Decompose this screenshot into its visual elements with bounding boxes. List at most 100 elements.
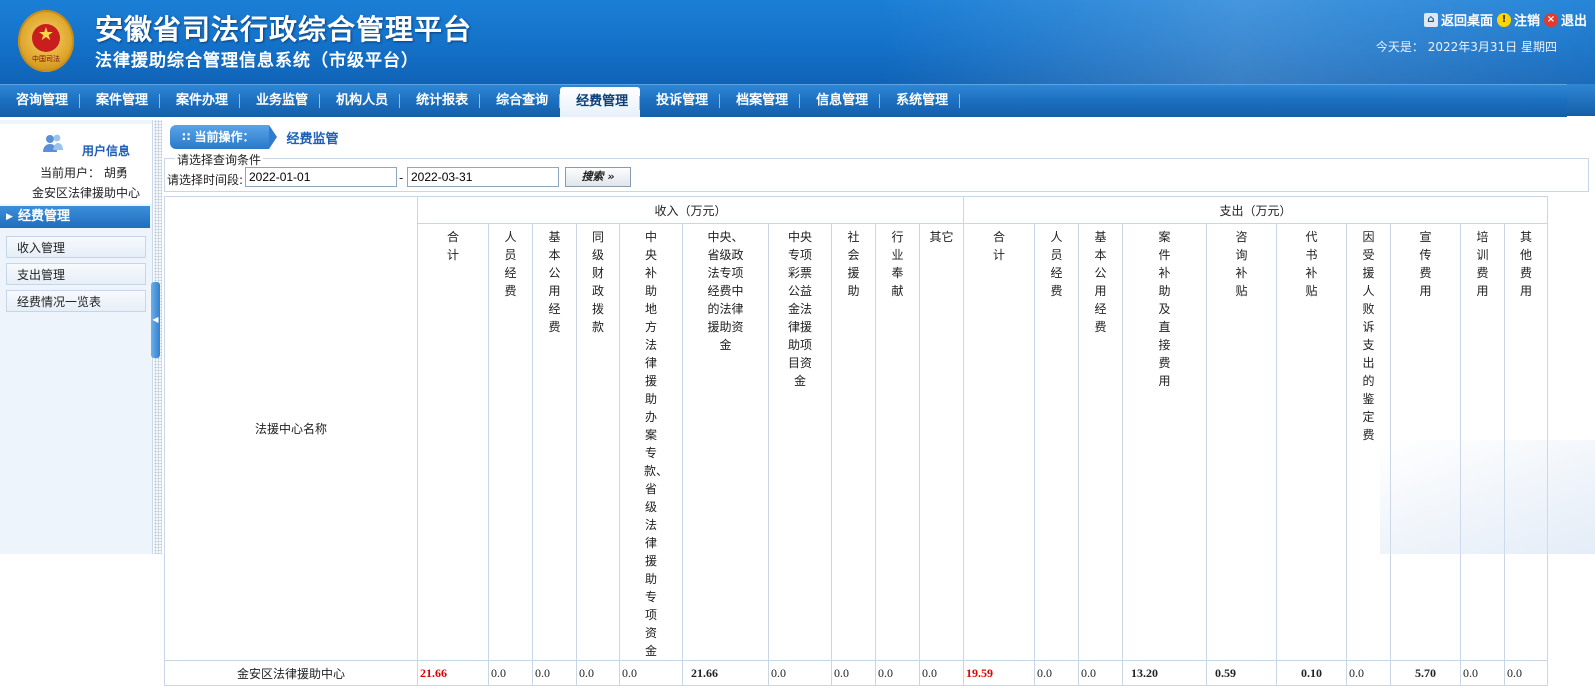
col-income-central-subsidy: 中央补助地方法律援助办案专款、省级法律援助专项资金 [619,223,683,661]
col-income-other: 其它 [919,223,964,661]
col-income-provincial-funds: 中央、省级政法专项经费中的法律援助资金 [682,223,769,661]
cell-income-lottery: 0.0 [768,660,832,686]
col-expense-training-label: 培训费用 [1476,230,1489,298]
sidebar-item-expense[interactable]: 支出管理 [6,263,146,285]
col-income-social: 社会援助 [831,223,876,661]
col-income-other-label: 其它 [929,230,954,244]
sidebar-collapse-toggle[interactable]: ◀ [151,282,160,358]
col-income-lottery-label: 中央专项彩票公益金法律援助项目资金 [787,230,812,388]
cell-income-personnel: 0.0 [488,660,533,686]
breadcrumb-tag: ∷ 当前操作： [170,125,277,149]
sidebar: 用户信息 当前用户： 胡勇 金安区法律援助中心 ▶ 经费管理 收入管理 支出管理… [0,120,153,554]
col-expense-personnel: 人员经费 [1034,223,1079,661]
cell-income-social: 0.0 [831,660,876,686]
logout-link[interactable]: ! 注销 [1496,10,1540,29]
col-expense-personnel-label: 人员经费 [1050,230,1063,298]
col-income-fiscal: 同级财政拨款 [576,223,620,661]
col-expense-writing-label: 代书补贴 [1305,230,1318,298]
user-info-title: 用户信息 [82,144,131,158]
nav-item-consult[interactable]: 咨询管理 [0,85,81,117]
table-row: 金安区法律援助中心 21.66 0.0 0.0 0.0 0.0 21.66 0.… [164,660,1548,686]
home-link[interactable]: ⌂ 返回桌面 [1423,10,1493,29]
cell-expense-case: 13.20 [1122,660,1207,686]
nav-item-case-handling[interactable]: 案件办理 [160,85,241,117]
col-income-social-label: 社会援助 [847,230,860,298]
nav-item-information[interactable]: 信息管理 [800,85,881,117]
chevron-right-icon: ▶ [6,212,13,222]
close-icon: × [1543,12,1558,27]
nav-item-case-management[interactable]: 案件管理 [80,85,161,117]
col-income-personnel-label: 人员经费 [504,230,517,298]
col-expense-writing: 代书补贴 [1276,223,1347,661]
col-income-central-subsidy-label: 中央补助地方法律援助办案专款、省级法律援助专项资金 [644,230,669,658]
nav-item-funding[interactable]: 经费管理 [560,87,641,117]
end-date-input[interactable] [407,167,559,187]
sidebar-item-overview[interactable]: 经费情况一览表 [6,290,146,312]
cell-expense-writing: 0.10 [1276,660,1347,686]
nav-item-statistics[interactable]: 统计报表 [400,85,481,117]
cell-expense-appraisal: 0.0 [1346,660,1391,686]
col-income-lottery: 中央专项彩票公益金法律援助项目资金 [768,223,832,661]
breadcrumb-current: 经费监管 [286,131,339,147]
app-header: ★ 中国司法 安徽省司法行政综合管理平台 法律援助综合管理信息系统（市级平台） … [0,0,1595,84]
col-income-public-label: 基本公用经费 [548,230,561,334]
user-org: 金安区法律援助中心 [32,186,141,200]
home-icon: ⌂ [1423,12,1438,27]
app-subtitle: 法律援助综合管理信息系统（市级平台） [95,51,419,71]
col-income-provincial-funds-label: 中央、省级政法专项经费中的法律援助资金 [707,230,744,352]
nav-item-system[interactable]: 系统管理 [880,85,961,117]
cell-expense-training: 0.0 [1460,660,1505,686]
nav-right-cap [1567,84,1595,116]
col-expense-other-label: 其他费用 [1519,230,1532,298]
header-center-name: 法援中心名称 [164,196,418,661]
cell-income-central-subsidy: 0.0 [619,660,683,686]
query-legend: 请选择查询条件 [175,151,264,168]
warning-icon: ! [1496,12,1511,27]
col-expense-total-label: 合计 [992,230,1005,262]
cell-income-provincial-funds: 21.66 [682,660,769,686]
exit-link[interactable]: × 退出 [1543,10,1587,29]
col-expense-case-label: 案件补助及直接费用 [1158,230,1171,388]
cell-expense-public: 0.0 [1078,660,1123,686]
col-income-total-label: 合计 [446,230,459,262]
emblem-logo: ★ 中国司法 [18,10,74,72]
col-income-industry: 行业奉献 [875,223,920,661]
col-expense-public-label: 基本公用经费 [1094,230,1107,334]
nav-item-complaints[interactable]: 投诉管理 [640,85,721,117]
col-income-industry-label: 行业奉献 [891,230,904,298]
col-expense-case: 案件补助及直接费用 [1122,223,1207,661]
date-range-label: 请选择时间段: [167,173,244,187]
breadcrumb: ∷ 当前操作： 经费监管 [170,125,339,149]
sidebar-section-label: 经费管理 [18,209,71,224]
start-date-input[interactable] [245,167,397,187]
nav-item-query[interactable]: 综合查询 [480,85,561,117]
cell-expense-personnel: 0.0 [1034,660,1079,686]
exit-link-label: 退出 [1560,14,1587,29]
sidebar-item-income[interactable]: 收入管理 [6,236,146,258]
nav-item-supervision[interactable]: 业务监管 [240,85,321,117]
cell-income-public: 0.0 [532,660,577,686]
nav-item-archives[interactable]: 档案管理 [720,85,801,117]
nav-item-org-staff[interactable]: 机构人员 [320,85,401,117]
col-expense-consult-label: 咨询补贴 [1235,230,1248,298]
breadcrumb-label: 当前操作： [194,130,255,144]
col-expense-public: 基本公用经费 [1078,223,1123,661]
current-date: 今天是： 2022年3月31日 星期四 [1375,40,1557,54]
row-center-name: 金安区法律援助中心 [164,660,418,686]
cell-income-other: 0.0 [919,660,964,686]
cell-income-industry: 0.0 [875,660,920,686]
col-expense-publicity-label: 宣传费用 [1419,230,1432,298]
col-expense-consult: 咨询补贴 [1206,223,1277,661]
cell-expense-other: 0.0 [1504,660,1548,686]
col-income-total: 合计 [417,223,489,661]
cell-income-total: 21.66 [417,660,489,686]
current-user: 当前用户： 胡勇 [40,166,128,180]
col-income-public: 基本公用经费 [532,223,577,661]
col-expense-appraisal-label: 因受援人败诉支出的鉴定费 [1362,230,1375,442]
app-title: 安徽省司法行政综合管理平台 [95,13,473,46]
col-expense-total: 合计 [963,223,1035,661]
top-links: ⌂ 返回桌面 ! 注销 × 退出 [1423,10,1587,29]
user-info-box: 用户信息 当前用户： 胡勇 金安区法律援助中心 [0,124,152,204]
sidebar-section-funding[interactable]: ▶ 经费管理 [0,206,150,228]
search-button[interactable]: 搜索 » [565,167,631,187]
